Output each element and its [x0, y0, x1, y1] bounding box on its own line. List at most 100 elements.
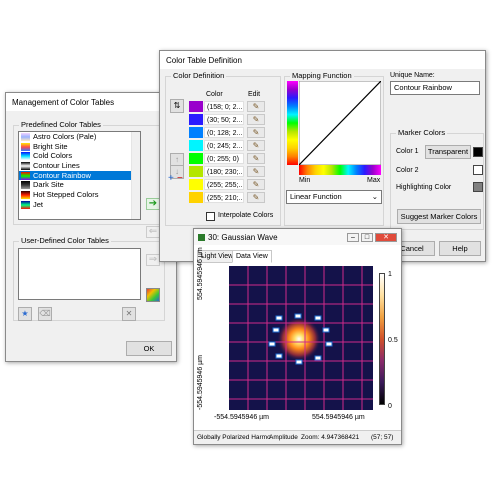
color-table-swatch — [21, 152, 30, 161]
color-row-value: (180; 230;... — [204, 166, 244, 177]
color-row-swatch[interactable] — [189, 140, 203, 151]
status-field: Globally Polarized Harmo — [197, 434, 271, 441]
status-zoom: Zoom: 4.947368421 — [301, 434, 360, 441]
new-table-icon[interactable]: ★ — [18, 307, 32, 321]
list-item[interactable]: Contour Lines — [19, 161, 140, 171]
ok-button[interactable]: OK — [126, 341, 172, 356]
highlight-swatch[interactable] — [473, 182, 483, 192]
predefined-list[interactable]: Astro Colors (Pale) Bright Site Cold Color… — [18, 131, 141, 220]
color-column-header: Color — [206, 91, 223, 98]
user-defined-label: User-Defined Color Tables — [19, 236, 111, 245]
color-table-name: Jet — [33, 199, 44, 209]
status-bar: Globally Polarized Harmo Amplitude Zoom:… — [194, 430, 401, 444]
delete-table-icon[interactable]: ⌫ — [38, 307, 52, 321]
color-row-value: (0; 128; 2... — [204, 127, 244, 138]
color-row-swatch[interactable] — [189, 179, 203, 190]
color-row-value: (0; 255; 0) — [204, 153, 244, 164]
list-item[interactable]: Contour Rainbow — [19, 170, 140, 181]
list-item[interactable]: Jet — [19, 200, 140, 210]
gaussian-plot[interactable] — [229, 266, 373, 410]
colorbar — [379, 273, 385, 405]
definition-title: Color Table Definition — [160, 51, 485, 69]
color-table-name: Contour Lines — [33, 161, 80, 171]
pencil-icon[interactable]: ✎ — [247, 192, 265, 203]
mapping-function-select[interactable]: Linear Function ⌄ — [286, 190, 382, 204]
color1-label: Color 1 — [396, 148, 419, 155]
maximize-icon[interactable]: □ — [361, 233, 373, 242]
mapping-function-plot[interactable] — [299, 81, 381, 165]
colorbar-mid-label: 0.5 — [388, 337, 398, 344]
tab-data-view[interactable]: Data View — [232, 250, 272, 263]
chevron-down-icon: ⌄ — [371, 192, 378, 201]
color-table-swatch — [21, 181, 30, 190]
color1-swatch[interactable] — [473, 147, 483, 157]
close-icon[interactable]: ✕ — [375, 233, 397, 242]
color-row-swatch[interactable] — [189, 153, 203, 164]
manage-title: Management of Color Tables — [6, 93, 176, 111]
color-table-swatch — [21, 200, 30, 209]
unique-name-input[interactable]: Contour Rainbow — [390, 81, 480, 95]
colorbar-min-label: 0 — [388, 403, 392, 410]
pencil-icon[interactable]: ✎ — [247, 179, 265, 190]
mapping-vertical-colorbar — [287, 81, 298, 165]
pencil-icon[interactable]: ✎ — [247, 153, 265, 164]
edit-colors-icon[interactable] — [146, 288, 160, 302]
transparent-button[interactable]: Transparent — [425, 145, 471, 159]
color-table-name: Dark Site — [33, 180, 64, 190]
status-coordinates: (57; 57) — [371, 434, 394, 441]
color-row-swatch[interactable] — [189, 101, 203, 112]
y-axis-top-label: 554.5945946 µm — [197, 247, 204, 300]
min-label: Min — [299, 177, 311, 184]
interpolate-checkbox[interactable] — [206, 212, 215, 221]
color-row-value: (30; 50; 2... — [204, 114, 244, 125]
color-table-swatch — [21, 162, 30, 171]
color-table-name: Cold Colors — [33, 151, 73, 161]
predefined-label: Predefined Color Tables — [19, 120, 103, 129]
move-right-arrow-icon[interactable]: ⇒ — [146, 254, 160, 266]
tools-icon[interactable]: ✕ — [122, 307, 136, 321]
list-item[interactable]: Cold Colors — [19, 151, 140, 161]
gauss-title: 30: Gaussian Wave — [208, 233, 278, 242]
copy-left-arrow-icon[interactable]: ⇐ — [146, 226, 160, 238]
color-table-name: Hot Stepped Colors — [33, 190, 99, 200]
color-row-swatch[interactable] — [189, 114, 203, 125]
color-row-swatch[interactable] — [189, 166, 203, 177]
colorbar-max-label: 1 — [388, 271, 392, 278]
color-row-swatch[interactable] — [189, 127, 203, 138]
color-row-swatch[interactable] — [189, 192, 203, 203]
list-item[interactable]: Hot Stepped Colors — [19, 190, 140, 200]
marker-colors-label: Marker Colors — [396, 128, 448, 137]
mapping-horizontal-colorbar — [299, 165, 381, 175]
pencil-icon[interactable]: ✎ — [247, 127, 265, 138]
pencil-icon[interactable]: ✎ — [247, 166, 265, 177]
color-table-swatch — [21, 142, 30, 151]
color2-swatch[interactable] — [473, 165, 483, 175]
sort-icon[interactable]: ⇅ — [170, 99, 184, 113]
add-row-icon[interactable]: + — [168, 173, 174, 184]
color-table-swatch — [21, 191, 30, 200]
pencil-icon[interactable]: ✎ — [247, 114, 265, 125]
minimize-icon[interactable]: – — [347, 233, 359, 242]
copy-right-arrow-icon[interactable]: ➔ — [146, 198, 160, 210]
x-axis-left-label: -554.5945946 µm — [214, 414, 270, 421]
mapping-label: Mapping Function — [290, 71, 354, 80]
color2-label: Color 2 — [396, 167, 419, 174]
list-item[interactable]: Astro Colors (Pale) — [19, 132, 140, 142]
color-row-value: (255; 255;... — [204, 179, 244, 190]
list-item[interactable]: Bright Site — [19, 142, 140, 152]
gauss-window: 30: Gaussian Wave – □ ✕ Light View Data … — [193, 228, 402, 445]
color-table-name: Contour Rainbow — [33, 170, 91, 180]
edit-column-header: Edit — [248, 91, 261, 98]
user-defined-list[interactable] — [18, 248, 141, 300]
help-button[interactable]: Help — [439, 241, 481, 256]
remove-row-icon[interactable]: − — [177, 173, 183, 184]
pencil-icon[interactable]: ✎ — [247, 140, 265, 151]
pencil-icon[interactable]: ✎ — [247, 101, 265, 112]
highlight-label: Highlighting Color — [396, 184, 452, 191]
suggest-marker-colors-button[interactable]: Suggest Marker Colors — [397, 209, 481, 224]
list-scrollbar[interactable] — [131, 132, 140, 219]
list-item[interactable]: Dark Site — [19, 180, 140, 190]
color-definition-label: Color Definition — [171, 71, 227, 80]
x-axis-right-label: 554.5945946 µm — [312, 414, 365, 421]
color-table-name: Bright Site — [33, 141, 68, 151]
